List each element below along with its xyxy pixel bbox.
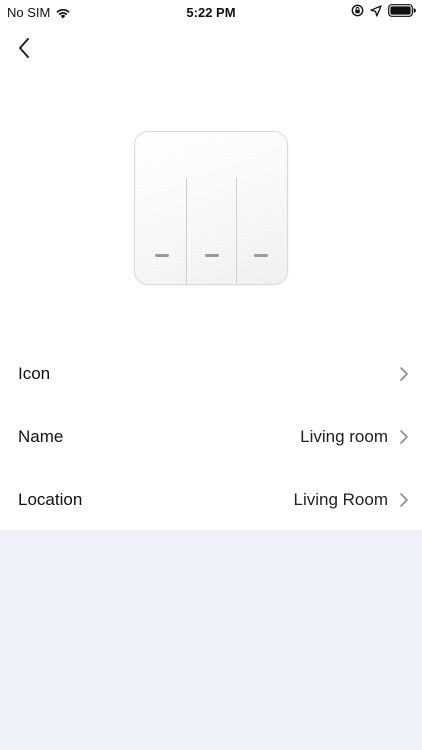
location-icon <box>370 4 382 17</box>
status-bar: No SIM 5:22 PM <box>0 0 422 24</box>
chevron-left-icon <box>19 38 29 58</box>
chevron-right-icon <box>398 366 410 382</box>
orientation-lock-icon <box>351 4 364 17</box>
settings-row-name[interactable]: Name Living room <box>0 405 422 468</box>
settings-row-label: Icon <box>18 363 51 383</box>
settings-row-value: Living room <box>300 426 388 446</box>
settings-row-value: Living Room <box>293 489 389 509</box>
settings-row-icon[interactable]: Icon <box>0 342 422 405</box>
chevron-right-icon <box>398 492 410 508</box>
chevron-right-icon <box>398 429 410 445</box>
switch-indicator-right <box>254 254 268 257</box>
switch-indicator-left <box>155 254 169 257</box>
device-settings-screen: No SIM 5:22 PM Icon Name Living room Loc… <box>0 0 422 750</box>
settings-row-label: Location <box>18 489 83 509</box>
settings-row-label: Name <box>18 426 64 446</box>
switch-divider <box>186 178 187 284</box>
bottom-empty-area <box>0 530 422 750</box>
switch-indicator-middle <box>205 254 219 257</box>
settings-list: Icon Name Living room Location Living Ro… <box>0 342 422 531</box>
battery-icon <box>388 4 416 17</box>
back-button[interactable] <box>10 34 38 62</box>
device-image-three-gang-switch <box>134 131 288 285</box>
settings-row-location[interactable]: Location Living Room <box>0 468 422 531</box>
switch-divider <box>236 178 237 284</box>
status-right <box>351 4 416 17</box>
